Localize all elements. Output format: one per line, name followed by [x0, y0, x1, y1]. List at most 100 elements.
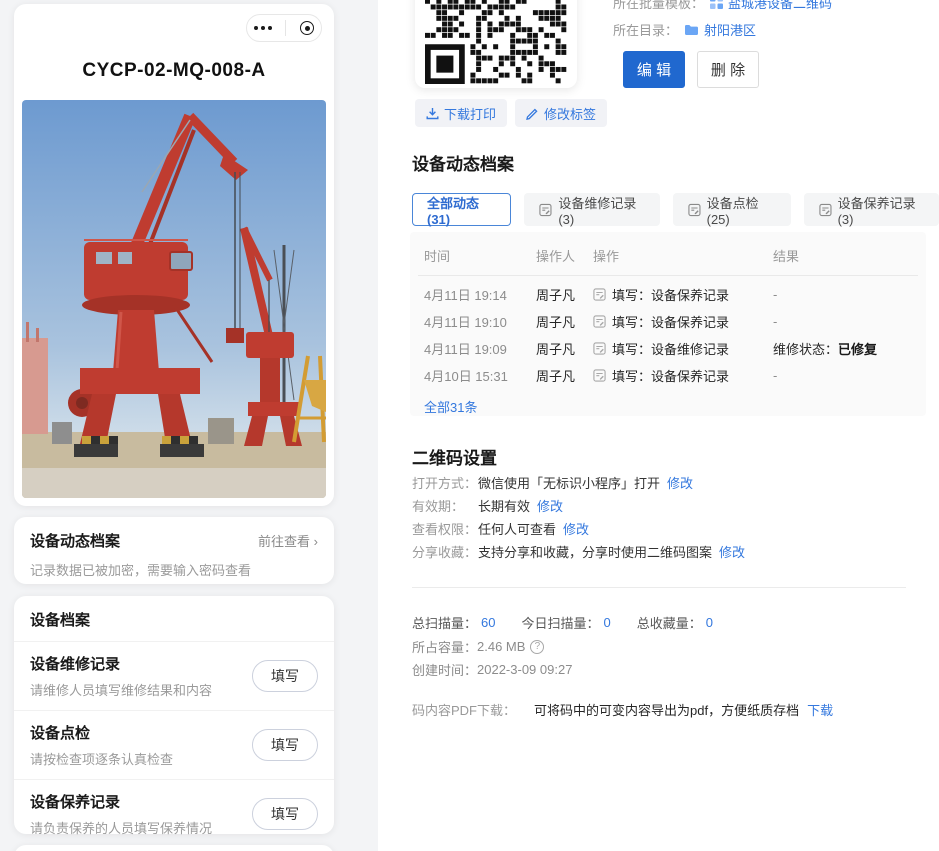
- tab-maintenance-records[interactable]: 设备保养记录(3): [804, 193, 939, 226]
- exit-circle-icon[interactable]: [300, 21, 314, 35]
- form-icon: [593, 342, 606, 355]
- capacity-label: 所占容量：: [412, 637, 477, 656]
- delete-button[interactable]: 删 除: [697, 51, 759, 88]
- capsule-divider: [285, 20, 286, 36]
- form-icon: [539, 203, 552, 217]
- modify-link[interactable]: 修改: [537, 500, 563, 513]
- tab-label: 设备维修记录(3): [558, 193, 644, 227]
- setting-value: 支持分享和收藏，分享时使用二维码图案: [478, 546, 712, 559]
- col-operator: 操作人: [536, 246, 593, 265]
- detail-panel: 所在批量模板： 盐城港设备二维码 所在目录： 射阳港区 下载打印 修改标签 编 …: [378, 0, 939, 851]
- archive-item-maintenance: 设备保养记录 请负责保养的人员填写保养情况 填写: [14, 780, 334, 848]
- scan-today-value: 0: [604, 615, 611, 630]
- directory-label: 所在目录：: [613, 20, 678, 39]
- archive-item-inspection: 设备点检 请按检查项逐条认真检查 填写: [14, 711, 334, 780]
- edit-button[interactable]: 编 辑: [623, 51, 685, 88]
- qr-action-buttons: 下载打印 修改标签: [415, 99, 607, 127]
- edit-label-text: 修改标签: [544, 104, 596, 123]
- setting-value: 微信使用「无标识小程序」打开: [478, 477, 660, 490]
- archive-item-name: 设备点检: [30, 722, 173, 743]
- table-header-divider: [418, 275, 918, 276]
- section-divider: [412, 587, 906, 588]
- help-icon[interactable]: ?: [530, 640, 544, 654]
- cell-operator: 周子凡: [536, 339, 593, 358]
- form-icon: [819, 203, 832, 217]
- fill-button[interactable]: 填写: [252, 729, 318, 761]
- qr-code-card: [415, 0, 577, 88]
- tab-label: 设备点检(25): [707, 193, 776, 227]
- col-time: 时间: [424, 246, 536, 265]
- capacity-value: 2.46 MB: [477, 639, 525, 654]
- cell-operator: 周子凡: [536, 285, 593, 304]
- table-row: 4月11日 19:14 周子凡 填写：设备保养记录 -: [424, 281, 912, 308]
- col-result: 结果: [773, 246, 912, 265]
- pdf-download-label: 码内容PDF下载：: [412, 700, 516, 719]
- archive-item-repair: 设备维修记录 请维修人员填写维修结果和内容 填写: [14, 642, 334, 711]
- cell-time: 4月11日 19:10: [424, 312, 536, 331]
- download-print-label: 下载打印: [444, 104, 496, 123]
- scan-total-label: 总扫描量：: [412, 613, 477, 632]
- pencil-icon: [526, 107, 539, 120]
- archive-item-desc: 请维修人员填写维修结果和内容: [30, 680, 212, 699]
- scan-stats-row: 总扫描量： 60 今日扫描量： 0 总收藏量： 0: [412, 613, 739, 632]
- crane-photo-illustration: [22, 100, 326, 498]
- modify-link[interactable]: 修改: [719, 546, 745, 559]
- capacity-row: 所占容量： 2.46 MB ?: [412, 637, 544, 656]
- batch-template-row: 所在批量模板： 盐城港设备二维码: [613, 0, 832, 12]
- directory-row: 所在目录： 射阳港区: [613, 20, 756, 39]
- batch-template-icon: [710, 0, 723, 9]
- fill-button[interactable]: 填写: [252, 660, 318, 692]
- cell-result: -: [773, 368, 912, 383]
- col-action: 操作: [593, 246, 773, 265]
- form-icon: [593, 315, 606, 328]
- modify-link[interactable]: 修改: [667, 477, 693, 490]
- tab-all-records[interactable]: 全部动态(31): [412, 193, 511, 226]
- cell-action: 填写：设备维修记录: [612, 339, 729, 358]
- cell-operator: 周子凡: [536, 312, 593, 331]
- tab-inspection-records[interactable]: 设备点检(25): [673, 193, 791, 226]
- more-icon[interactable]: [254, 26, 272, 30]
- phone-equipment-archive-card: 设备档案 设备维修记录 请维修人员填写维修结果和内容 填写 设备点检 请按检查项…: [14, 596, 334, 834]
- encrypted-hint: 记录数据已被加密，需要输入密码查看: [30, 560, 318, 579]
- tab-repair-records[interactable]: 设备维修记录(3): [524, 193, 659, 226]
- form-icon: [593, 369, 606, 382]
- cell-result: -: [773, 287, 912, 302]
- phone-dynamic-archive-card: 设备动态档案 前往查看 › 记录数据已被加密，需要输入密码查看: [14, 517, 334, 584]
- archive-item-name: 设备保养记录: [30, 791, 212, 812]
- cell-result-label: 维修状态：: [773, 342, 838, 357]
- records-table: 时间 操作人 操作 结果 4月11日 19:14 周子凡 填写：设备保养记录 -…: [410, 232, 926, 416]
- cell-action: 填写：设备保养记录: [612, 312, 729, 331]
- setting-value: 长期有效: [478, 500, 530, 513]
- miniprogram-capsule: [246, 14, 322, 42]
- cell-time: 4月11日 19:09: [424, 339, 536, 358]
- archive-item-desc: 请按检查项逐条认真检查: [30, 749, 173, 768]
- created-time-label: 创建时间：: [412, 660, 477, 679]
- form-icon: [593, 288, 606, 301]
- records-section-heading: 设备动态档案: [412, 150, 514, 175]
- fill-button[interactable]: 填写: [252, 798, 318, 830]
- equipment-photo: [22, 100, 326, 498]
- table-row: 4月10日 15:31 周子凡 填写：设备保养记录 -: [424, 362, 912, 389]
- table-row: 4月11日 19:10 周子凡 填写：设备保养记录 -: [424, 308, 912, 335]
- pdf-download-row: 码内容PDF下载： 可将码中的可变内容导出为pdf，方便纸质存档 下载: [412, 700, 833, 719]
- phone-main-card: CYCP-02-MQ-008-A: [14, 4, 334, 506]
- cell-action: 填写：设备保养记录: [612, 366, 729, 385]
- edit-label-button[interactable]: 修改标签: [515, 99, 607, 127]
- setting-value: 任何人可查看: [478, 523, 556, 536]
- directory-link[interactable]: 射阳港区: [704, 20, 756, 39]
- go-view-link[interactable]: 前往查看 ›: [258, 531, 318, 550]
- cell-action: 填写：设备保养记录: [612, 285, 729, 304]
- download-print-button[interactable]: 下载打印: [415, 99, 507, 127]
- folder-icon: [684, 24, 699, 36]
- pdf-download-desc: 可将码中的可变内容导出为pdf，方便纸质存档: [534, 700, 799, 719]
- setting-view-permission: 查看权限： 任何人可查看 修改: [412, 523, 745, 536]
- modify-link[interactable]: 修改: [563, 523, 589, 536]
- all-records-link[interactable]: 全部31条: [424, 400, 477, 415]
- pdf-download-link[interactable]: 下载: [807, 700, 833, 719]
- qr-settings-heading: 二维码设置: [412, 444, 497, 469]
- table-row: 4月11日 19:09 周子凡 填写：设备维修记录 维修状态：已修复: [424, 335, 912, 362]
- cell-operator: 周子凡: [536, 366, 593, 385]
- batch-template-link[interactable]: 盐城港设备二维码: [728, 0, 832, 12]
- favorite-total-label: 总收藏量：: [637, 613, 702, 632]
- setting-label: 打开方式：: [412, 477, 478, 490]
